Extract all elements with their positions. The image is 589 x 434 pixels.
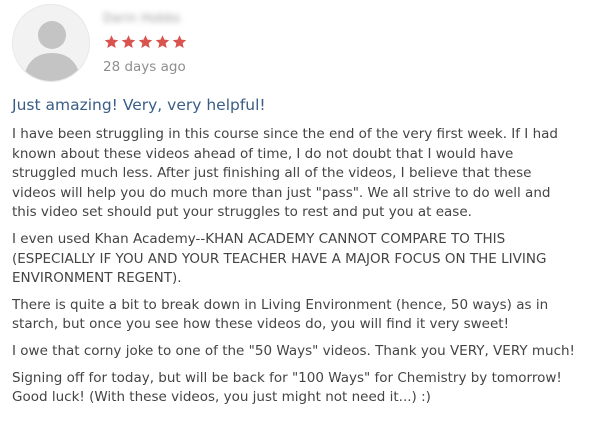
avatar <box>12 4 90 82</box>
review-date: 28 days ago <box>103 59 186 75</box>
user-silhouette-icon <box>13 5 89 81</box>
star-icon <box>155 35 170 48</box>
review-paragraph: I even used Khan Academy--KHAN ACADEMY C… <box>12 230 547 287</box>
star-icon <box>121 35 136 48</box>
star-icon <box>138 35 153 48</box>
review-header: Darin Hobbs 28 days ago <box>12 4 572 84</box>
review-card: Darin Hobbs 28 days ago Just amazing! Ve… <box>0 0 589 434</box>
review-paragraph: I have been struggling in this course si… <box>12 126 558 221</box>
review-body: I have been struggling in this course si… <box>12 125 578 415</box>
review-paragraph: There is quite a bit to break down in Li… <box>12 296 549 333</box>
star-rating <box>103 34 188 50</box>
star-icon <box>104 35 119 48</box>
star-icon <box>172 35 187 48</box>
reviewer-name[interactable]: Darin Hobbs <box>103 11 180 25</box>
review-paragraph: Signing off for today, but will be back … <box>12 369 562 406</box>
review-paragraph: I owe that corny joke to one of the "50 … <box>12 342 575 359</box>
review-title: Just amazing! Very, very helpful! <box>12 96 266 114</box>
